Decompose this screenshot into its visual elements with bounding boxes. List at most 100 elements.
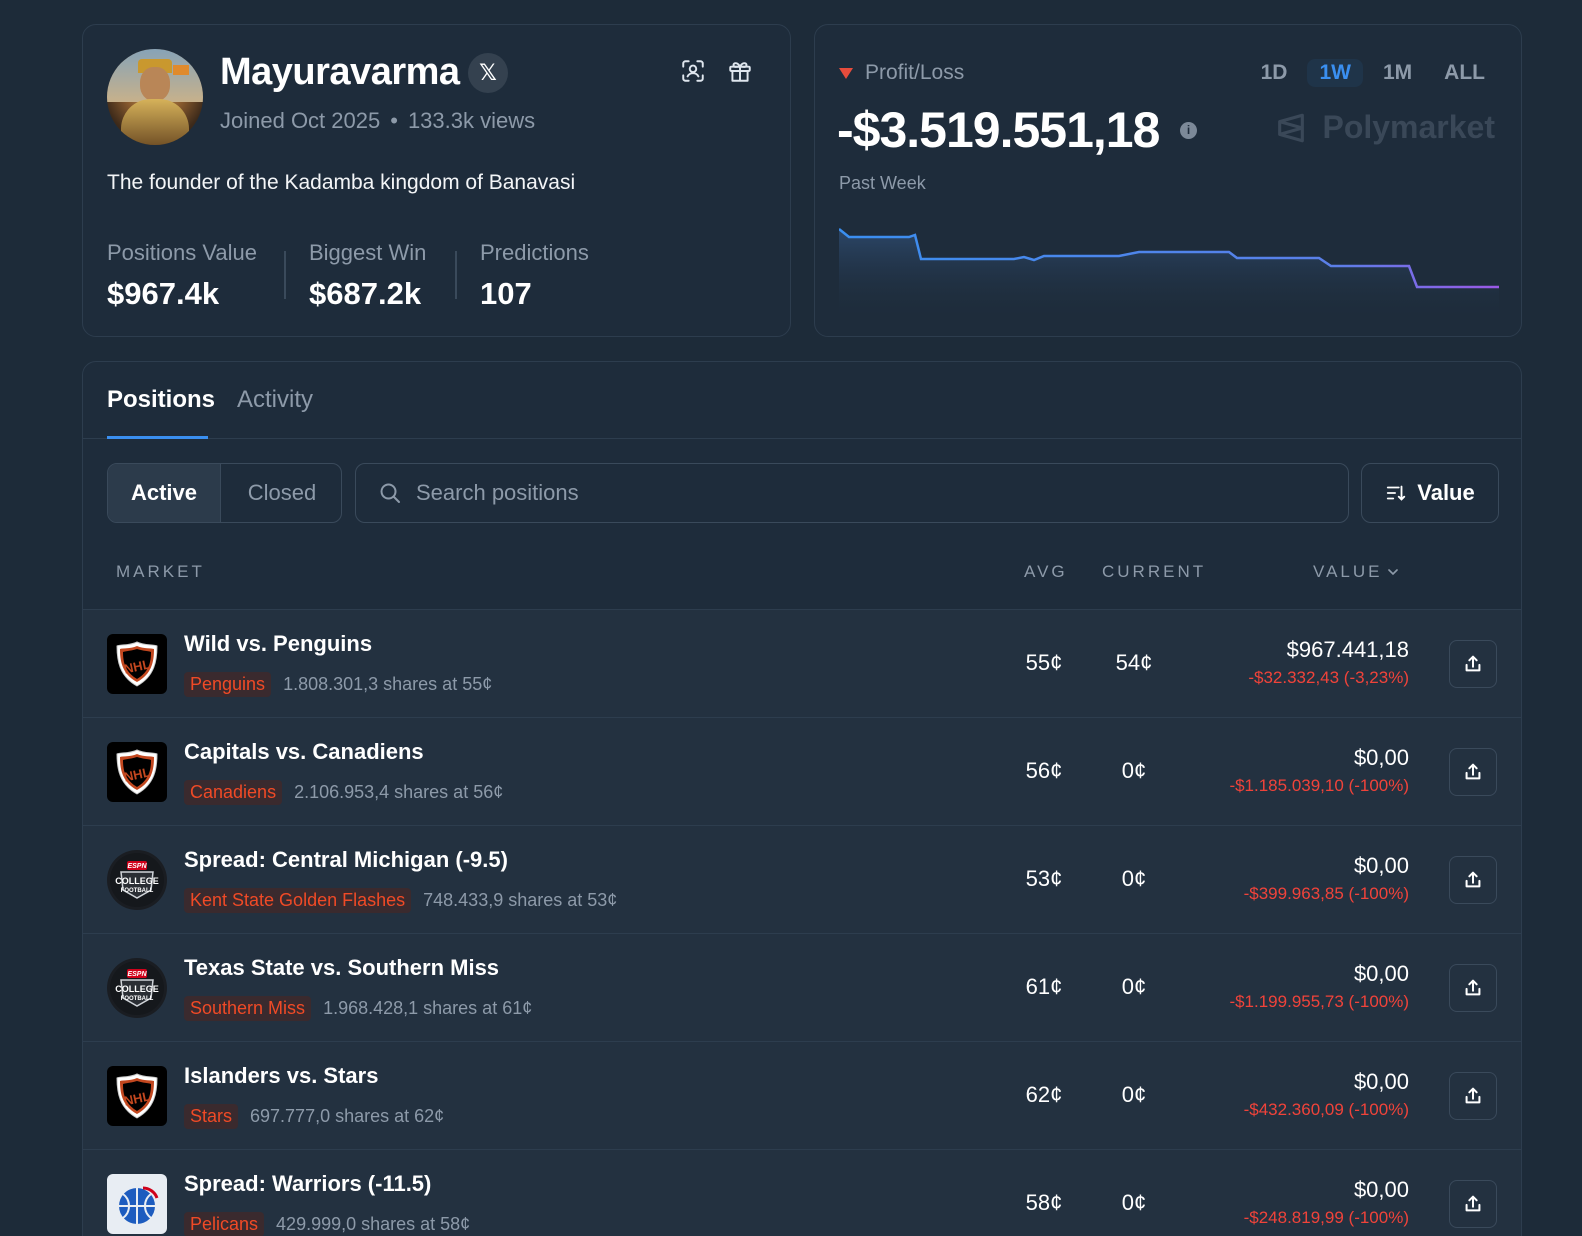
avg-price: 62¢: [1025, 1082, 1063, 1107]
outcome-badge: Southern Miss: [184, 996, 312, 1021]
range-tab-1m[interactable]: 1M: [1371, 59, 1424, 87]
outcome-badge: Kent State Golden Flashes: [184, 888, 412, 913]
position-row[interactable]: NHL Capitals vs. Canadiens Canadiens 2.1…: [83, 718, 1521, 826]
active-filter-button[interactable]: Active: [108, 464, 221, 522]
share-button[interactable]: [1449, 640, 1497, 688]
market-title[interactable]: Islanders vs. Stars: [184, 1063, 378, 1089]
sort-icon: [1387, 485, 1406, 501]
share-icon: [1465, 979, 1481, 996]
position-detail: Kent State Golden Flashes 748.433,9 shar…: [184, 888, 617, 913]
avg-price: 58¢: [1025, 1190, 1063, 1215]
divider: [455, 251, 457, 299]
column-header-market: MARKET: [116, 562, 205, 581]
pnl-title-label: Profit/Loss: [865, 61, 965, 84]
position-detail: Canadiens 2.106.953,4 shares at 56¢: [184, 780, 503, 805]
shares-info: 748.433,9 shares at 53¢: [423, 890, 618, 910]
stat-value: 107: [480, 276, 532, 311]
info-icon[interactable]: i: [1180, 122, 1197, 139]
svg-text:ESPN: ESPN: [127, 863, 147, 870]
market-title[interactable]: Spread: Central Michigan (-9.5): [184, 847, 508, 873]
position-row[interactable]: ESPN COLLEGE FOOTBALL Spread: Central Mich…: [83, 826, 1521, 934]
share-icon: [1465, 871, 1481, 888]
stat-predictions: Predictions 107: [480, 240, 589, 312]
share-button[interactable]: [1449, 1180, 1497, 1228]
tab-underline: [107, 436, 208, 439]
avg-price: 56¢: [1025, 758, 1063, 783]
current-price: 0¢: [1121, 758, 1147, 783]
column-header-value-label: VALUE: [1313, 562, 1383, 581]
pnl-value: -$3.519.551,18: [837, 102, 1160, 158]
search-input[interactable]: [416, 480, 1316, 506]
column-header-current: CURRENT: [1102, 562, 1207, 581]
polymarket-logo: Polymarket: [1274, 109, 1495, 146]
scan-icon[interactable]: [680, 58, 710, 88]
current-price: 0¢: [1121, 974, 1147, 999]
closed-filter-button[interactable]: Closed: [221, 464, 341, 522]
tab-activity[interactable]: Activity: [237, 386, 313, 414]
pnl-title: Profit/Loss: [839, 61, 964, 85]
x-icon[interactable]: 𝕏: [468, 53, 508, 93]
bio: The founder of the Kadamba kingdom of Ba…: [107, 171, 576, 194]
position-row[interactable]: NHL Wild vs. Penguins Penguins 1.808.301…: [83, 610, 1521, 718]
share-button[interactable]: [1449, 856, 1497, 904]
position-row[interactable]: ESPN COLLEGE FOOTBALL Texas State vs. Sout…: [83, 934, 1521, 1042]
shares-info: 1.808.301,3 shares at 55¢: [283, 674, 493, 694]
shares-info: 429.999,0 shares at 58¢: [276, 1214, 471, 1234]
stat-label: Positions Value: [107, 240, 258, 265]
divider: [284, 251, 286, 299]
positions-card: Positions Activity Active Closed Value M…: [82, 361, 1522, 1236]
current-price: 54¢: [1115, 650, 1153, 675]
sort-button[interactable]: Value: [1361, 463, 1499, 523]
down-triangle-icon: [839, 67, 853, 79]
stat-positions-value: Positions Value $967.4k: [107, 240, 257, 312]
position-row[interactable]: NHL Islanders vs. Stars Stars 697.777,0 …: [83, 1042, 1521, 1150]
nba-logo: [107, 1174, 167, 1234]
avg-price: 61¢: [1025, 974, 1063, 999]
svg-text:COLLEGE: COLLEGE: [115, 876, 159, 886]
pnl-sparkline: [839, 228, 1499, 321]
share-button[interactable]: [1449, 748, 1497, 796]
range-tabs: 1D 1W 1M ALL: [1249, 59, 1497, 87]
sort-label: Value: [1417, 480, 1475, 505]
shares-info: 697.777,0 shares at 62¢: [250, 1106, 445, 1126]
market-title[interactable]: Texas State vs. Southern Miss: [184, 955, 499, 981]
svg-text:FOOTBALL: FOOTBALL: [121, 996, 154, 1002]
share-icon: [1465, 1087, 1481, 1104]
market-title[interactable]: Wild vs. Penguins: [184, 631, 372, 657]
range-tab-1d[interactable]: 1D: [1249, 59, 1300, 87]
stat-label: Biggest Win: [309, 240, 427, 265]
pnl-card: Profit/Loss 1D 1W 1M ALL -$3.519.551,18 …: [814, 24, 1522, 337]
share-button[interactable]: [1449, 1072, 1497, 1120]
avatar[interactable]: [107, 49, 203, 145]
current-price: 0¢: [1121, 866, 1147, 891]
period-label: Past Week: [839, 173, 926, 193]
range-tab-1w[interactable]: 1W: [1307, 59, 1363, 87]
separator-dot: •: [390, 108, 398, 133]
share-button[interactable]: [1449, 964, 1497, 1012]
polymarket-wordmark: Polymarket: [1322, 109, 1495, 145]
position-row[interactable]: Spread: Warriors (-11.5) Pelicans 429.99…: [83, 1150, 1521, 1236]
position-value: $0,00: [1353, 1177, 1409, 1202]
svg-text:FOOTBALL: FOOTBALL: [121, 888, 154, 894]
range-tab-all[interactable]: ALL: [1432, 59, 1497, 87]
stat-value: $687.2k: [309, 276, 422, 311]
college-football-logo: ESPN COLLEGE FOOTBALL: [107, 958, 167, 1018]
position-value: $0,00: [1353, 1069, 1409, 1094]
stat-biggest-win: Biggest Win $687.2k: [309, 240, 426, 312]
position-value: $0,00: [1353, 745, 1409, 770]
nhl-logo: NHL: [107, 634, 167, 694]
column-header-value[interactable]: VALUE: [1313, 562, 1401, 582]
share-icon: [1465, 1195, 1481, 1212]
tab-positions[interactable]: Positions: [107, 386, 215, 414]
gift-icon[interactable]: [727, 58, 757, 88]
joined-date: Joined Oct 2025: [220, 108, 381, 133]
views-count: 133.3k views: [407, 108, 536, 133]
outcome-badge: Penguins: [184, 672, 272, 697]
position-detail: Penguins 1.808.301,3 shares at 55¢: [184, 672, 492, 697]
market-title[interactable]: Capitals vs. Canadiens: [184, 739, 424, 765]
sparkline-area: [839, 229, 1499, 321]
search-box: [355, 463, 1349, 523]
position-pnl: -$432.360,09 (-100%): [1243, 1100, 1409, 1119]
market-title[interactable]: Spread: Warriors (-11.5): [184, 1171, 431, 1197]
chevron-down-icon: [1387, 569, 1398, 576]
